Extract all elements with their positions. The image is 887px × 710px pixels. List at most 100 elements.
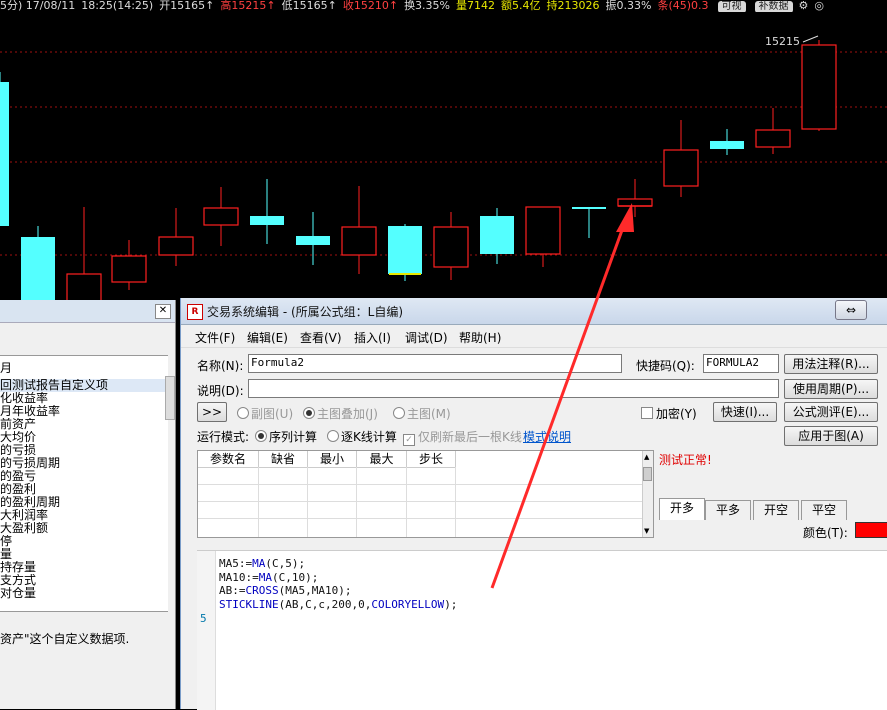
window-title: 交易系统编辑 - (所属公式组：L自编) [207, 305, 404, 319]
candle-up[interactable] [663, 149, 699, 187]
visible-button[interactable]: 可视 [717, 1, 746, 12]
tab-open-short[interactable]: 开空 [753, 500, 799, 520]
candle-down[interactable] [710, 141, 744, 149]
high-price-label: 15215 [765, 35, 800, 48]
radio-subchart[interactable]: 副图(U) [237, 405, 293, 422]
candle-up[interactable] [433, 226, 469, 268]
tab-open-long[interactable]: 开多 [659, 498, 705, 520]
fast-button[interactable]: 快速(I)... [713, 402, 777, 422]
close-price: 收15210↑ [342, 0, 399, 12]
radio-kline-calc[interactable]: 逐K线计算 [327, 428, 397, 445]
close-icon[interactable]: ✕ [155, 304, 171, 319]
candle-up[interactable] [617, 198, 653, 207]
radio-mainchart[interactable]: 主图(M) [393, 405, 451, 422]
code-editor[interactable]: 5 MA5:=MA(C,5); MA10:=MA(C,10); AB:=CROSS(… [197, 550, 887, 710]
color-label: 颜色(T): [803, 526, 848, 540]
menu-insert[interactable]: 插入(I) [354, 329, 391, 346]
list-item[interactable]: 的盈利周期 [0, 496, 168, 509]
list-header: 月 [0, 362, 13, 375]
list-item[interactable]: 停 [0, 535, 168, 548]
tab-close-short[interactable]: 平空 [801, 500, 847, 520]
encrypt-checkbox[interactable]: 加密(Y) [641, 405, 697, 422]
candle-up[interactable] [801, 44, 837, 130]
candle-up[interactable] [158, 236, 194, 256]
list-item[interactable]: 回测试报告自定义项 [0, 379, 168, 392]
custom-items-list[interactable]: 月 回测试报告自定义项 化收益率 月年收益率 前资产 大均价 的亏损 的亏损周期 的盈亏 的盈利… [0, 355, 168, 612]
menu-file[interactable]: 文件(F) [195, 329, 235, 346]
candle-down[interactable] [296, 236, 330, 245]
list-item[interactable]: 支方式 [0, 574, 168, 587]
item-description: 资产"这个自定义数据项. [0, 632, 130, 646]
col-default: 缺省 [259, 451, 308, 468]
usage-period-button[interactable]: 使用周期(P)... [784, 379, 878, 399]
col-max: 最大 [357, 451, 407, 468]
apply-to-chart-button[interactable]: 应用于图(A) [784, 426, 878, 446]
list-item[interactable]: 的盈亏 [0, 470, 168, 483]
list-item[interactable]: 持存量 [0, 561, 168, 574]
list-item[interactable]: 大利润率 [0, 509, 168, 522]
candle-up[interactable] [203, 207, 239, 226]
name-input[interactable]: Formula2 [248, 354, 622, 373]
candle-up[interactable] [66, 273, 102, 302]
menu-debug[interactable]: 调试(D) [405, 329, 448, 346]
candle-down[interactable] [21, 237, 55, 302]
col-step: 步长 [407, 451, 456, 468]
app-icon: R [187, 304, 203, 320]
list-scrollbar[interactable] [165, 376, 175, 420]
supplement-data-button[interactable]: 补数据 [754, 1, 793, 12]
settings-icon[interactable]: ◎ [814, 0, 824, 12]
candle-down[interactable] [0, 82, 9, 226]
list-item[interactable]: 对仓量 [0, 587, 168, 600]
gear-icon[interactable]: ⚙ [799, 0, 809, 12]
tab-close-long[interactable]: 平多 [705, 500, 751, 520]
low-price: 低15165↑ [281, 0, 337, 12]
extra-info: 条(45)0.3 [657, 0, 709, 12]
usage-notes-button[interactable]: 用法注释(R)... [784, 354, 878, 374]
list-item[interactable]: 月年收益率 [0, 405, 168, 418]
radio-main-overlay[interactable]: 主图叠加(J) [303, 405, 378, 422]
period-date: 5分) 17/08/11 [0, 0, 76, 12]
formula-test-button[interactable]: 公式测评(E)... [784, 402, 878, 422]
shortcut-label: 快捷码(Q): [636, 359, 695, 373]
list-item[interactable]: 化收益率 [0, 392, 168, 405]
panel-titlebar: ✕ [0, 300, 175, 323]
restore-button[interactable]: ⇔ [835, 300, 867, 320]
list-item[interactable]: 大盈利额 [0, 522, 168, 535]
high-price-pointer [802, 35, 819, 43]
radio-series-calc[interactable]: 序列计算 [255, 428, 317, 445]
radio-subchart-label: 副图(U) [251, 407, 294, 421]
refresh-last-checkbox[interactable]: ✓ 仅刷新最后一根K线 [403, 428, 522, 446]
candlestick-chart[interactable]: 15215 [0, 12, 887, 302]
test-panel: 测试正常! 开多 平多 开空 平空 颜色(T): [655, 448, 887, 544]
description-input[interactable] [248, 379, 779, 398]
expand-button[interactable]: >> [197, 402, 227, 422]
candle-up[interactable] [755, 129, 791, 148]
candles [0, 40, 837, 302]
code-line: MA5:=MA(C,5); [219, 557, 306, 570]
list-item[interactable]: 大均价 [0, 431, 168, 444]
shortcut-input[interactable]: FORMULA2 [703, 354, 779, 373]
parameter-table[interactable]: 参数名 缺省 最小 最大 步长 ▲ ▼ [197, 450, 654, 538]
candle-down[interactable] [480, 216, 514, 254]
menu-edit[interactable]: 编辑(E) [247, 329, 288, 346]
menu-help[interactable]: 帮助(H) [459, 329, 501, 346]
menu-view[interactable]: 查看(V) [300, 329, 342, 346]
list-item[interactable]: 的亏损 [0, 444, 168, 457]
list-item[interactable]: 前资产 [0, 418, 168, 431]
test-status: 测试正常! [659, 453, 712, 467]
candle-down[interactable] [250, 216, 284, 225]
mode-help-link[interactable]: 模式说明 [523, 428, 571, 445]
candle-down[interactable] [572, 207, 606, 209]
param-scrollbar[interactable]: ▲ ▼ [642, 451, 653, 537]
encrypt-label: 加密(Y) [656, 407, 697, 421]
run-mode-label: 运行模式: [197, 430, 250, 444]
list-item[interactable]: 量 [0, 548, 168, 561]
candle-up[interactable] [525, 206, 561, 255]
candle-down[interactable] [388, 226, 422, 274]
candle-up[interactable] [341, 226, 377, 256]
candle-up[interactable] [111, 255, 147, 283]
list-item[interactable]: 的亏损周期 [0, 457, 168, 470]
color-swatch[interactable] [855, 522, 887, 538]
code-line: STICKLINE(AB,C,c,200,0,COLORYELLOW); [219, 597, 458, 611]
list-item[interactable]: 的盈利 [0, 483, 168, 496]
